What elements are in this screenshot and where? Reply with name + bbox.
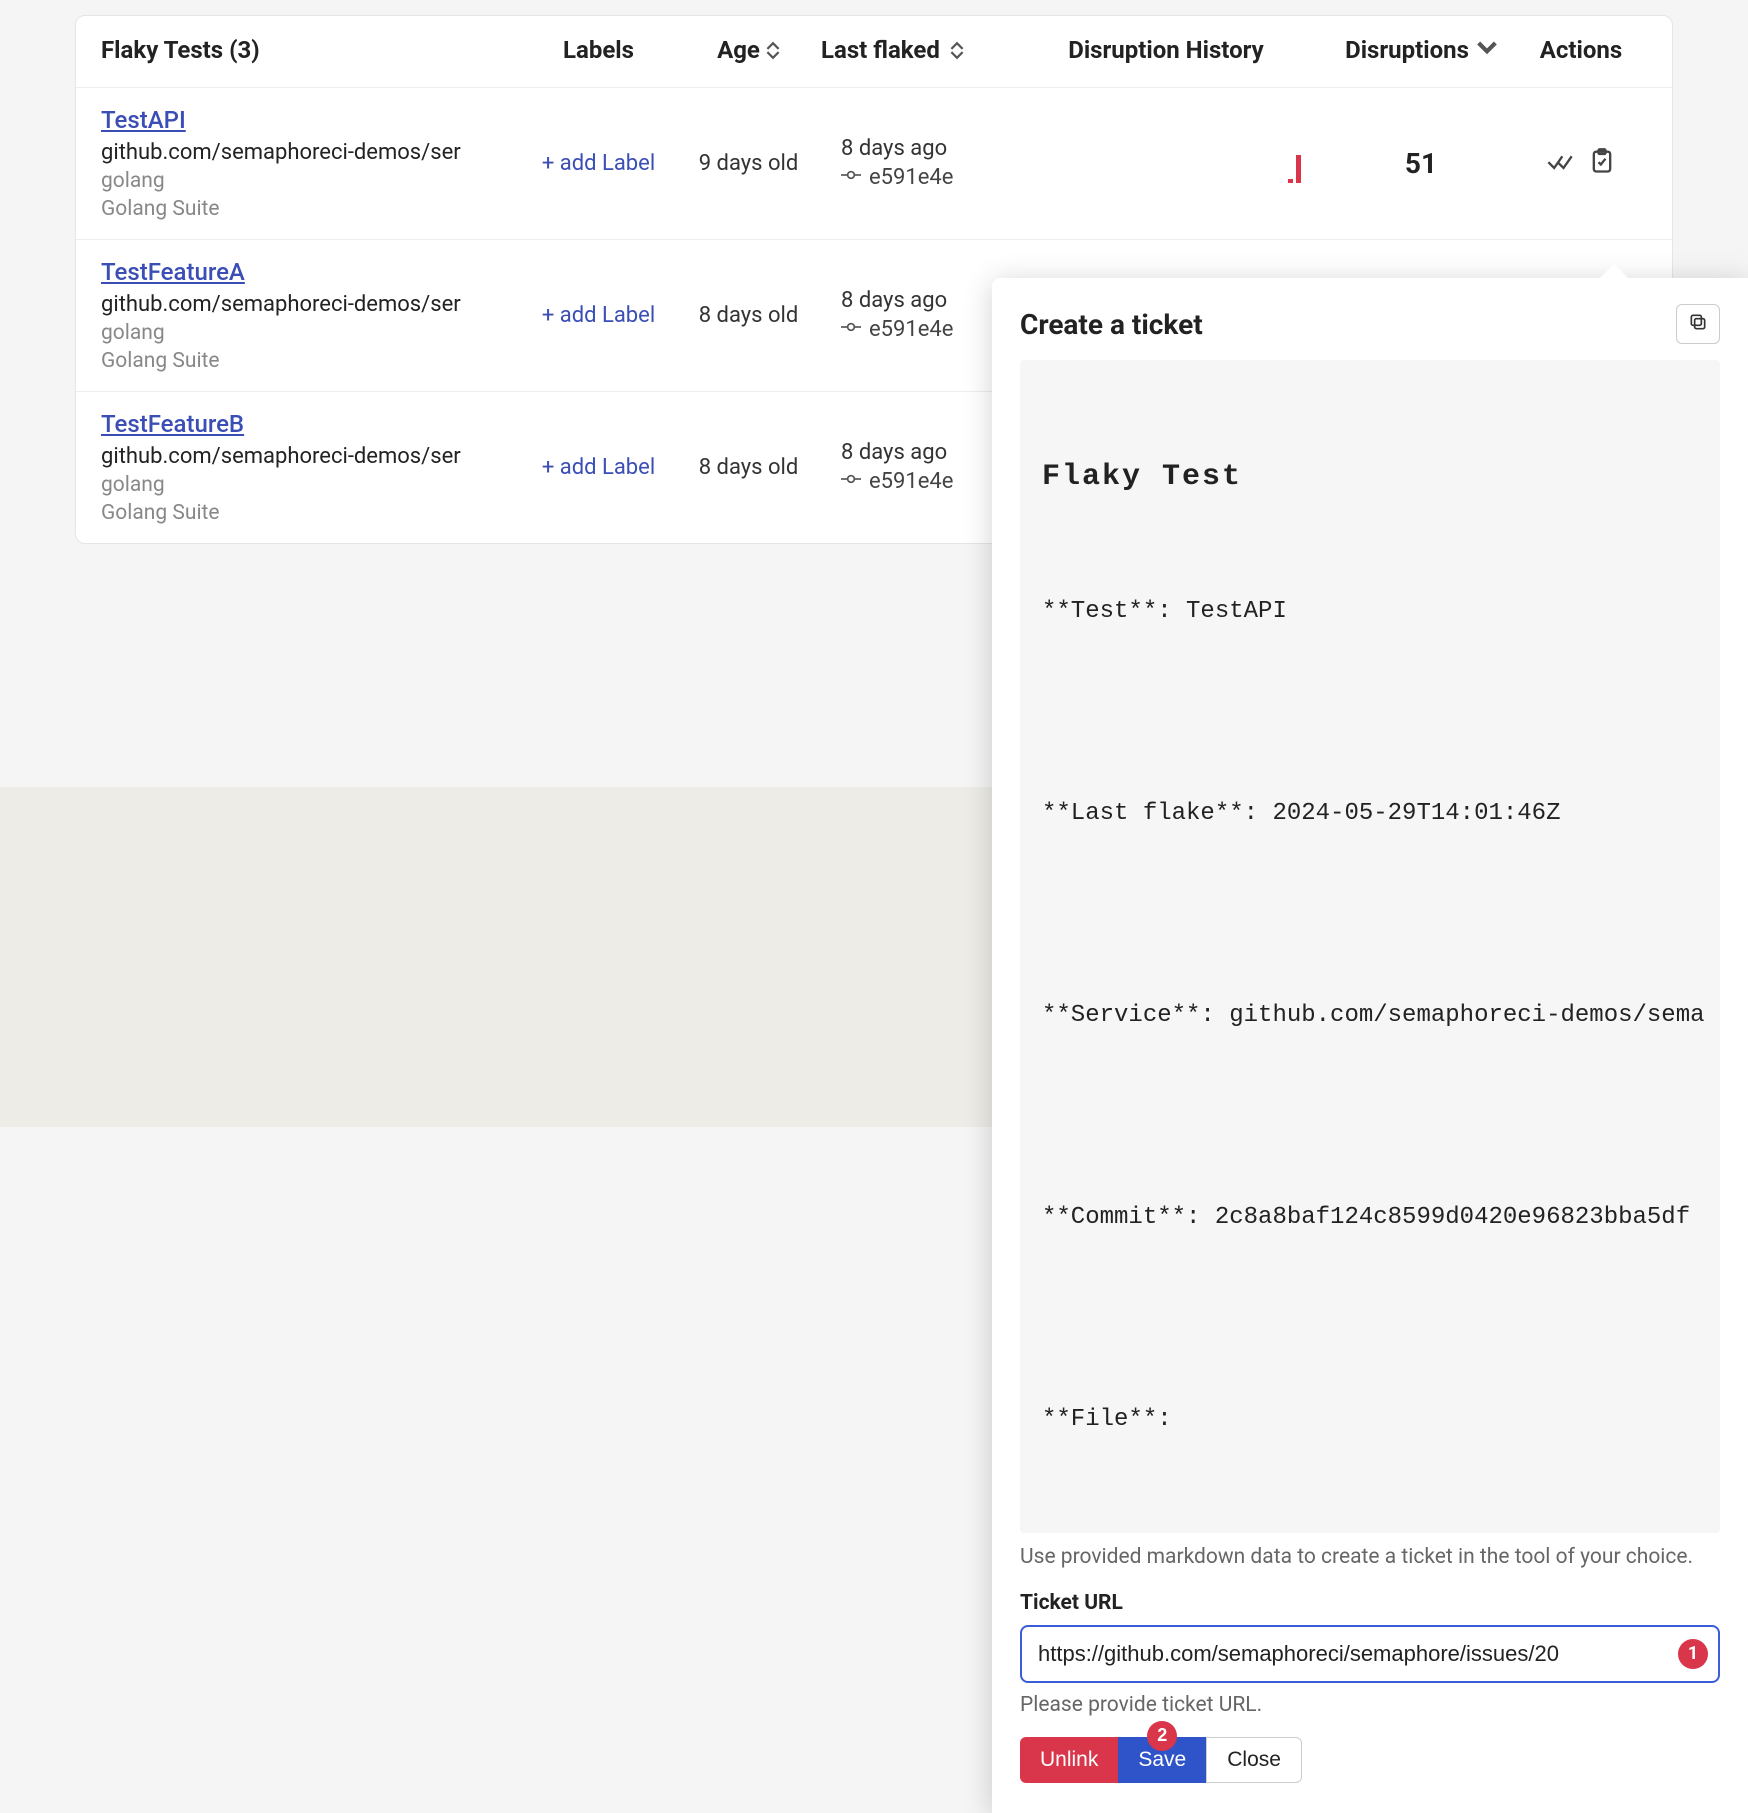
md-line-file: **File**: <box>1042 1401 1698 1438</box>
chevron-down-icon[interactable] <box>1477 36 1497 64</box>
column-last-flaked[interactable]: Last flaked <box>821 36 1011 65</box>
md-line-test: **Test**: TestAPI <box>1042 593 1698 630</box>
md-line-service: **Service**: github.com/semaphoreci-demo… <box>1042 997 1698 1034</box>
copy-button[interactable] <box>1676 304 1720 344</box>
column-actions: Actions <box>1521 36 1641 64</box>
table-header-row: Flaky Tests (3) Labels Age Last flaked D… <box>76 16 1672 88</box>
ticket-url-input[interactable] <box>1020 1625 1720 1683</box>
test-path: github.com/semaphoreci-demos/ser <box>101 444 501 469</box>
close-button[interactable]: Close <box>1206 1737 1302 1783</box>
create-ticket-popover: Create a ticket Flaky Test **Test**: Tes… <box>992 278 1748 1813</box>
column-last-flaked-label: Last flaked <box>821 36 940 65</box>
resolve-icon[interactable] <box>1546 147 1574 179</box>
popover-title: Create a ticket <box>1020 308 1203 341</box>
commit-hash[interactable]: e591e4e <box>869 469 953 494</box>
hint-text: Please provide ticket URL. <box>1020 1693 1720 1717</box>
commit-hash[interactable]: e591e4e <box>869 165 953 190</box>
clipboard-check-icon[interactable] <box>1588 147 1616 179</box>
sort-icon[interactable] <box>766 41 780 60</box>
md-heading: Flaky Test <box>1042 454 1698 501</box>
md-line-last-flake: **Last flake**: 2024-05-29T14:01:46Z <box>1042 795 1698 832</box>
column-disruptions-label: Disruptions <box>1345 36 1469 64</box>
test-name-link[interactable]: TestAPI <box>101 106 186 134</box>
test-lang: golang <box>101 321 521 345</box>
test-lang: golang <box>101 473 521 497</box>
last-flaked-age: 8 days ago <box>841 440 947 465</box>
test-path: github.com/semaphoreci-demos/ser <box>101 292 501 317</box>
commit-hash[interactable]: e591e4e <box>869 317 953 342</box>
commit-icon <box>841 469 861 495</box>
save-button[interactable]: Save 2 <box>1118 1737 1206 1783</box>
commit-icon <box>841 317 861 343</box>
sort-icon[interactable] <box>950 41 964 60</box>
column-age-label: Age <box>717 36 760 64</box>
last-flaked-age: 8 days ago <box>841 136 947 161</box>
add-label-button[interactable]: + add Label <box>542 455 655 480</box>
md-line-commit: **Commit**: 2c8a8baf124c8599d0420e96823b… <box>1042 1199 1698 1236</box>
disruption-count: 51 <box>1405 147 1437 180</box>
page-title: Flaky Tests (3) <box>101 36 521 64</box>
save-button-label: Save <box>1138 1748 1186 1771</box>
age-text: 8 days old <box>699 303 799 328</box>
commit-icon <box>841 165 861 191</box>
markdown-block: Flaky Test **Test**: TestAPI **Last flak… <box>1020 360 1720 1533</box>
column-age[interactable]: Age <box>676 36 821 64</box>
last-flaked-age: 8 days ago <box>841 288 947 313</box>
table-row: TestAPI github.com/semaphoreci-demos/ser g… <box>76 88 1672 240</box>
add-label-button[interactable]: + add Label <box>542 151 655 176</box>
test-suite: Golang Suite <box>101 501 521 525</box>
age-text: 8 days old <box>699 455 799 480</box>
ticket-url-label: Ticket URL <box>1020 1591 1720 1615</box>
test-name-link[interactable]: TestFeatureB <box>101 410 244 438</box>
test-suite: Golang Suite <box>101 197 521 221</box>
disruption-history-chart <box>1011 143 1321 183</box>
test-lang: golang <box>101 169 521 193</box>
help-text: Use provided markdown data to create a t… <box>1020 1545 1720 1569</box>
column-disruption-history[interactable]: Disruption History <box>1011 36 1321 64</box>
unlink-button[interactable]: Unlink <box>1020 1737 1118 1783</box>
copy-icon <box>1688 312 1708 336</box>
age-text: 9 days old <box>699 151 799 176</box>
column-disruptions[interactable]: Disruptions <box>1321 36 1521 64</box>
test-path: github.com/semaphoreci-demos/ser <box>101 140 501 165</box>
test-suite: Golang Suite <box>101 349 521 373</box>
add-label-button[interactable]: + add Label <box>542 303 655 328</box>
annotation-badge-2: 2 <box>1147 1721 1177 1751</box>
annotation-badge-1: 1 <box>1678 1639 1708 1669</box>
test-name-link[interactable]: TestFeatureA <box>101 258 245 286</box>
column-labels[interactable]: Labels <box>521 36 676 64</box>
